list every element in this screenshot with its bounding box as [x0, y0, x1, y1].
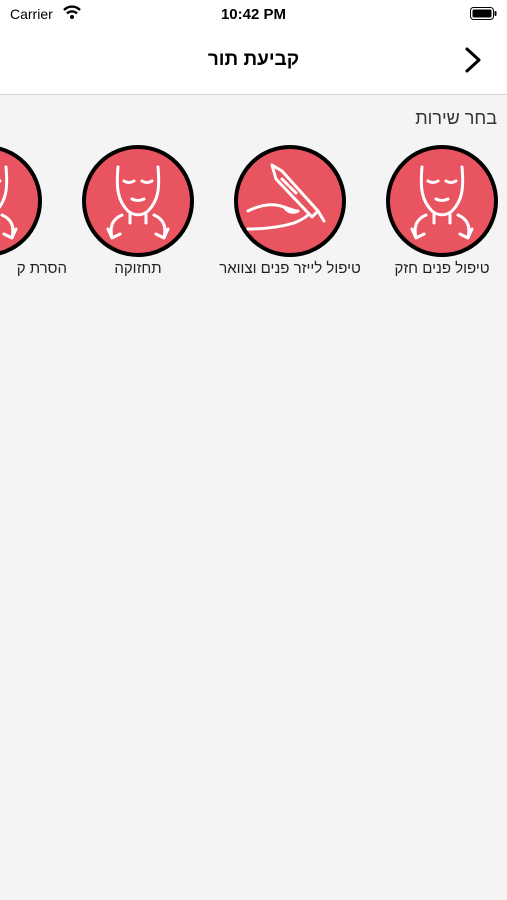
laser-pen-icon: [246, 163, 326, 231]
service-icon-circle: [234, 145, 346, 257]
service-icon-circle: [0, 145, 42, 257]
face-lift-icon: [106, 165, 170, 240]
services-carousel[interactable]: טיפול פנים חזק טיפול לייזר פנים וצוואר ת…: [0, 0, 507, 900]
face-lift-icon: [410, 165, 474, 240]
service-maintenance[interactable]: תחזוקה: [82, 145, 194, 285]
service-strong-facial[interactable]: טיפול פנים חזק: [386, 145, 498, 285]
service-icon-circle: [82, 145, 194, 257]
service-icon-circle: [386, 145, 498, 257]
service-laser-face-neck[interactable]: טיפול לייזר פנים וצוואר: [219, 145, 361, 285]
service-removal[interactable]: הסרת ק: [0, 145, 67, 285]
service-label: הסרת ק: [16, 260, 67, 277]
face-lift-icon: [0, 165, 18, 240]
